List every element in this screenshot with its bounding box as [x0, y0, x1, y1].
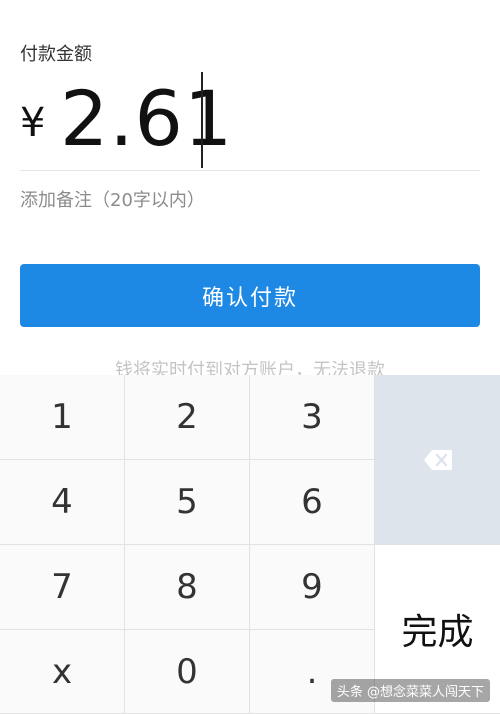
key-9[interactable]: 9 — [250, 545, 375, 630]
key-5[interactable]: 5 — [125, 460, 250, 545]
confirm-payment-button[interactable]: 确认付款 — [20, 264, 480, 327]
delete-key[interactable] — [375, 375, 500, 545]
key-4[interactable]: 4 — [0, 460, 125, 545]
watermark: 头条 @想念菜菜人闯天下 — [330, 679, 490, 702]
amount-row[interactable]: ¥ 2.61 — [20, 72, 480, 172]
text-cursor — [201, 72, 203, 168]
key-0[interactable]: 0 — [125, 630, 250, 714]
numeric-keypad: 1 2 3 4 5 6 7 8 9 x 0 . 完成 — [0, 375, 500, 714]
add-remark-link[interactable]: 添加备注（20字以内） — [20, 186, 205, 212]
key-3[interactable]: 3 — [250, 375, 375, 460]
key-2[interactable]: 2 — [125, 375, 250, 460]
key-6[interactable]: 6 — [250, 460, 375, 545]
key-8[interactable]: 8 — [125, 545, 250, 630]
key-7[interactable]: 7 — [0, 545, 125, 630]
key-1[interactable]: 1 — [0, 375, 125, 460]
backspace-icon — [423, 449, 452, 470]
amount-input[interactable]: 2.61 — [60, 74, 233, 164]
payment-amount-label: 付款金额 — [20, 44, 92, 65]
currency-symbol: ¥ — [20, 100, 46, 146]
divider — [20, 170, 480, 171]
key-x[interactable]: x — [0, 630, 125, 714]
